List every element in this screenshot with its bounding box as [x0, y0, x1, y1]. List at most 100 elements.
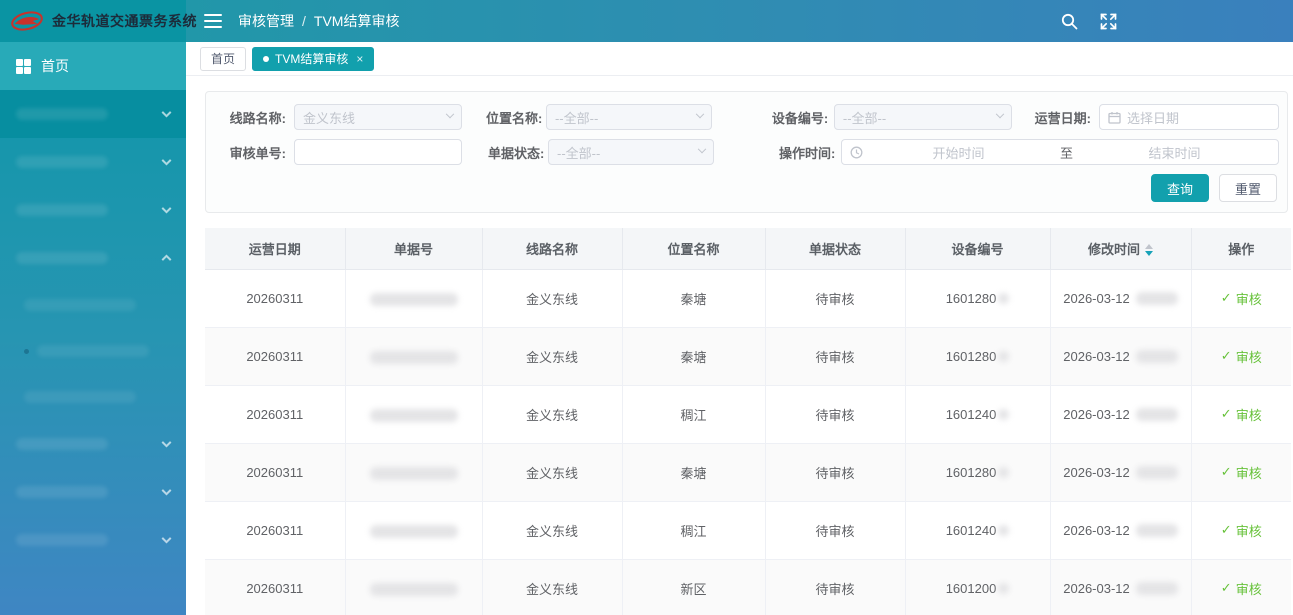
- breadcrumb-item[interactable]: 审核管理: [238, 11, 294, 31]
- chevron-down-icon: [161, 203, 172, 214]
- sidebar-subitem-2-redacted-active[interactable]: [0, 328, 186, 374]
- col-device-no: 设备编号: [905, 228, 1051, 270]
- redacted-label: [16, 252, 108, 264]
- sidebar-group-1-redacted[interactable]: [0, 90, 186, 138]
- check-icon: ✓: [1220, 522, 1232, 537]
- modified-time-redacted: [1135, 407, 1178, 421]
- sort-asc-icon[interactable]: [1145, 244, 1153, 250]
- tab-close-icon[interactable]: ×: [356, 52, 363, 66]
- cell-action: ✓ 审核: [1191, 443, 1291, 502]
- cell-location-name: 秦塘: [622, 269, 766, 328]
- main-area: 审核管理 / TVM结算审核 首页 TVM结算审核 × 线路名称: 金义东线 位…: [186, 0, 1293, 615]
- redacted-label: [16, 204, 108, 216]
- sidebar-item-label: 首页: [41, 58, 69, 74]
- redacted-label: [16, 438, 108, 450]
- audit-action-link[interactable]: ✓ 审核: [1221, 463, 1262, 482]
- modified-time-redacted: [1135, 523, 1178, 537]
- search-button[interactable]: 查询: [1150, 174, 1209, 202]
- cell-doc-status: 待审核: [765, 327, 906, 386]
- col-modified-time: 修改时间: [1050, 228, 1192, 270]
- operate-date-picker[interactable]: 选择日期: [1099, 104, 1279, 130]
- logo-bar: 金华轨道交通票务系统: [0, 0, 197, 42]
- redacted-label: [16, 534, 108, 546]
- audit-action-link[interactable]: ✓ 审核: [1221, 289, 1262, 308]
- collapse-menu-icon[interactable]: [204, 14, 222, 28]
- cell-modified-time: 2026-03-12: [1050, 559, 1192, 615]
- reset-button[interactable]: 重置: [1218, 174, 1277, 202]
- cell-action: ✓ 审核: [1191, 501, 1291, 560]
- cell-action: ✓ 审核: [1191, 269, 1291, 328]
- redacted-label: [16, 486, 108, 498]
- check-icon: ✓: [1220, 406, 1232, 421]
- topbar: 审核管理 / TVM结算审核: [186, 0, 1293, 42]
- location-name-placeholder: --全部--: [554, 110, 599, 126]
- line-name-select[interactable]: 金义东线: [294, 104, 462, 130]
- doc-status-select[interactable]: --全部--: [548, 139, 714, 165]
- sidebar-group-5-redacted[interactable]: [0, 420, 186, 468]
- chevron-down-icon: [161, 437, 172, 448]
- location-name-label: 位置名称:: [485, 110, 543, 126]
- sidebar: 金华轨道交通票务系统 首页: [0, 0, 197, 615]
- tab-home[interactable]: 首页: [200, 46, 247, 71]
- modified-time-redacted: [1135, 349, 1178, 363]
- cell-line-name: 金义东线: [482, 501, 623, 560]
- tab-tvm-settlement-audit[interactable]: TVM结算审核 ×: [252, 46, 375, 71]
- table-row: 20260311 金义东线 秦塘 待审核 1601280 2026-03-12 …: [205, 269, 1291, 328]
- location-name-select[interactable]: --全部--: [545, 104, 712, 130]
- operate-time-range-picker[interactable]: 开始时间 至 结束时间: [841, 139, 1279, 165]
- sort-carets: [1145, 244, 1153, 257]
- cell-location-name: 稠江: [622, 385, 766, 444]
- chevron-down-icon: [695, 109, 705, 119]
- audit-action-link[interactable]: ✓ 审核: [1221, 405, 1262, 424]
- fullscreen-icon[interactable]: [1100, 13, 1117, 30]
- cell-doc-status: 待审核: [765, 269, 906, 328]
- sidebar-subitem-1-redacted[interactable]: [0, 282, 186, 328]
- check-icon: ✓: [1220, 580, 1232, 595]
- cell-device-no: 1601280: [905, 327, 1051, 386]
- table-row: 20260311 金义东线 秦塘 待审核 1601280 2026-03-12 …: [205, 327, 1291, 386]
- device-no-redacted-suffix: [998, 292, 1010, 304]
- sidebar-group-7-redacted[interactable]: [0, 516, 186, 564]
- sidebar-group-6-redacted[interactable]: [0, 468, 186, 516]
- audit-action-link[interactable]: ✓ 审核: [1221, 347, 1262, 366]
- audit-no-field: [294, 139, 462, 165]
- audit-action-link[interactable]: ✓ 审核: [1221, 579, 1262, 598]
- cell-doc-no: [345, 443, 483, 502]
- app-window: 金华轨道交通票务系统 首页 审核管理 / TVM结算审核 首页 TVM结算审核 …: [0, 0, 1293, 615]
- operate-time-label: 操作时间:: [779, 145, 836, 161]
- cell-line-name: 金义东线: [482, 559, 623, 615]
- cell-operate-date: 20260311: [205, 443, 346, 502]
- cell-line-name: 金义东线: [482, 269, 623, 328]
- audit-action-link[interactable]: ✓ 审核: [1221, 521, 1262, 540]
- device-no-redacted-suffix: [998, 350, 1010, 362]
- cell-action: ✓ 审核: [1191, 559, 1291, 615]
- audit-no-input[interactable]: [303, 140, 453, 164]
- sidebar-subitem-3-redacted[interactable]: [0, 374, 186, 420]
- sidebar-group-2-redacted[interactable]: [0, 138, 186, 186]
- redacted-label: [24, 299, 136, 311]
- sidebar-group-3-redacted[interactable]: [0, 186, 186, 234]
- breadcrumb: 审核管理 / TVM结算审核: [238, 11, 399, 31]
- device-no-select[interactable]: --全部--: [833, 104, 1012, 130]
- start-time-placeholder: 开始时间: [932, 145, 985, 161]
- redacted-label: [24, 391, 136, 403]
- audit-table: 运营日期 单据号 线路名称 位置名称 单据状态 设备编号 修改时间 操作 202: [205, 228, 1291, 615]
- active-tab-dot-icon: [263, 55, 270, 62]
- sort-desc-icon[interactable]: [1145, 251, 1153, 257]
- search-icon[interactable]: [1061, 13, 1078, 30]
- filter-row-1: 线路名称: 金义东线 位置名称: --全部-- 设备编号: --全部-- 运营日…: [222, 104, 1279, 130]
- col-doc-status: 单据状态: [765, 228, 906, 270]
- device-no-redacted-suffix: [998, 466, 1010, 478]
- cell-operate-date: 20260311: [205, 269, 346, 328]
- logo-swirl-icon: [11, 11, 43, 31]
- sidebar-group-4-redacted-expanded[interactable]: [0, 234, 186, 282]
- filter-actions: 查询 重置: [222, 174, 1279, 202]
- doc-status-placeholder: --全部--: [557, 145, 601, 161]
- filter-audit-no: 审核单号:: [222, 139, 462, 165]
- app-title: 金华轨道交通票务系统: [52, 13, 197, 29]
- table-row: 20260311 金义东线 稠江 待审核 1601240 2026-03-12 …: [205, 501, 1291, 560]
- sidebar-item-home[interactable]: 首页: [0, 42, 186, 90]
- cell-doc-status: 待审核: [765, 559, 906, 615]
- doc-no-redacted: [369, 350, 458, 364]
- filter-operate-date: 运营日期: 选择日期: [1034, 104, 1279, 130]
